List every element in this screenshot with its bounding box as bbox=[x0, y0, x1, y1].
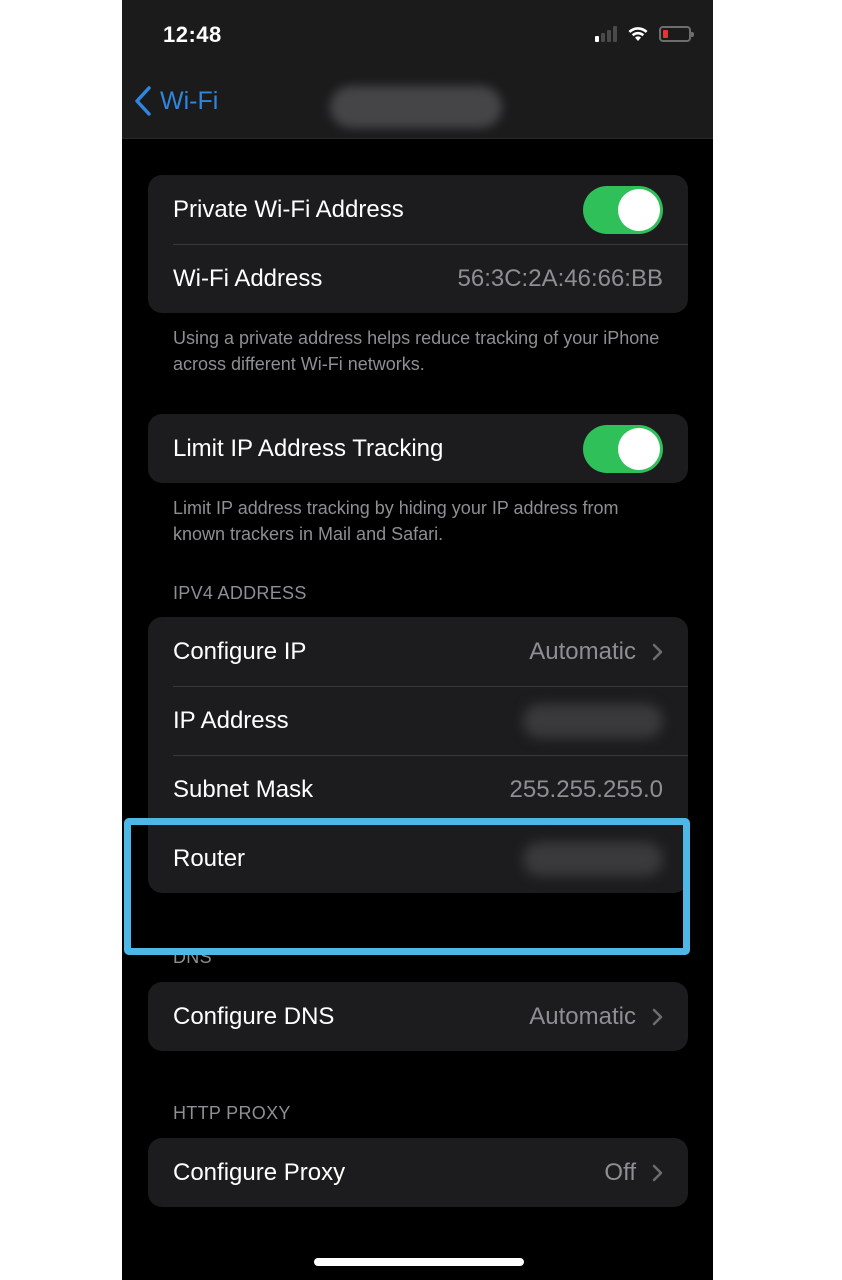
http-proxy-header: HTTP PROXY bbox=[173, 1103, 291, 1123]
private-wifi-address-toggle[interactable] bbox=[583, 185, 663, 234]
toggle-knob bbox=[618, 188, 660, 231]
row-label: Subnet Mask bbox=[173, 775, 314, 803]
value-text: Off bbox=[604, 1158, 636, 1186]
router-address-redacted bbox=[523, 841, 663, 876]
limit-ip-tracking-row: Limit IP Address Tracking bbox=[148, 414, 688, 483]
value-text: Automatic bbox=[529, 1002, 636, 1030]
chevron-right-icon bbox=[652, 643, 663, 660]
tracking-group: Limit IP Address Tracking bbox=[148, 414, 688, 483]
configure-ip-row[interactable]: Configure IP Automatic bbox=[148, 617, 688, 686]
battery-level bbox=[663, 30, 668, 38]
wifi-address-value: 56:3C:2A:46:66:BB bbox=[457, 264, 663, 292]
ip-address-redacted bbox=[523, 703, 663, 738]
private-wifi-address-row: Private Wi-Fi Address bbox=[148, 175, 688, 244]
ipv4-header: IPV4 ADDRESS bbox=[173, 583, 307, 603]
cellular-signal-icon bbox=[595, 26, 617, 42]
subnet-mask-row: Subnet Mask 255.255.255.0 bbox=[148, 755, 688, 824]
row-label: Private Wi-Fi Address bbox=[173, 195, 404, 223]
configure-ip-value: Automatic bbox=[529, 638, 663, 666]
privacy-group: Private Wi-Fi Address Wi-Fi Address 56:3… bbox=[148, 175, 688, 313]
tracking-footer: Limit IP address tracking by hiding your… bbox=[173, 498, 619, 544]
dns-header: DNS bbox=[173, 947, 212, 967]
ip-address-row: IP Address bbox=[148, 686, 688, 755]
configure-proxy-value: Off bbox=[604, 1159, 663, 1187]
row-label: Configure IP bbox=[173, 637, 307, 665]
wifi-icon bbox=[628, 27, 648, 41]
chevron-right-icon bbox=[652, 1164, 663, 1181]
value-text: Automatic bbox=[529, 637, 636, 665]
configure-dns-value: Automatic bbox=[529, 1003, 663, 1031]
row-label: Limit IP Address Tracking bbox=[173, 434, 444, 462]
toggle-knob bbox=[618, 427, 660, 470]
row-label: IP Address bbox=[173, 706, 289, 734]
chevron-right-icon bbox=[652, 1008, 663, 1025]
phone-screen: 12:48 Wi-Fi Private Wi-Fi Address Wi-Fi … bbox=[122, 0, 713, 1280]
wifi-address-row: Wi-Fi Address 56:3C:2A:46:66:BB bbox=[148, 244, 688, 313]
dns-group: Configure DNS Automatic bbox=[148, 982, 688, 1051]
limit-ip-tracking-toggle[interactable] bbox=[583, 424, 663, 473]
chevron-left-icon bbox=[135, 86, 151, 116]
row-label: Router bbox=[173, 844, 246, 872]
status-icons bbox=[595, 26, 694, 42]
row-label: Configure DNS bbox=[173, 1002, 335, 1030]
battery-icon bbox=[659, 26, 694, 42]
status-time: 12:48 bbox=[163, 22, 222, 47]
ipv4-group: Configure IP Automatic IP Address Subnet… bbox=[148, 617, 688, 893]
row-label: Configure Proxy bbox=[173, 1158, 346, 1186]
subnet-mask-value: 255.255.255.0 bbox=[509, 775, 663, 803]
configure-proxy-row[interactable]: Configure Proxy Off bbox=[148, 1138, 688, 1207]
back-button[interactable]: Wi-Fi bbox=[134, 85, 218, 117]
back-label: Wi-Fi bbox=[160, 86, 219, 115]
navigation-bar: 12:48 Wi-Fi bbox=[122, 0, 713, 139]
proxy-group: Configure Proxy Off bbox=[148, 1138, 688, 1207]
network-name-redacted bbox=[330, 86, 502, 128]
home-indicator[interactable] bbox=[314, 1258, 524, 1266]
router-row: Router bbox=[148, 824, 688, 893]
row-label: Wi-Fi Address bbox=[173, 264, 323, 292]
privacy-footer: Using a private address helps reduce tra… bbox=[173, 328, 660, 374]
configure-dns-row[interactable]: Configure DNS Automatic bbox=[148, 982, 688, 1051]
